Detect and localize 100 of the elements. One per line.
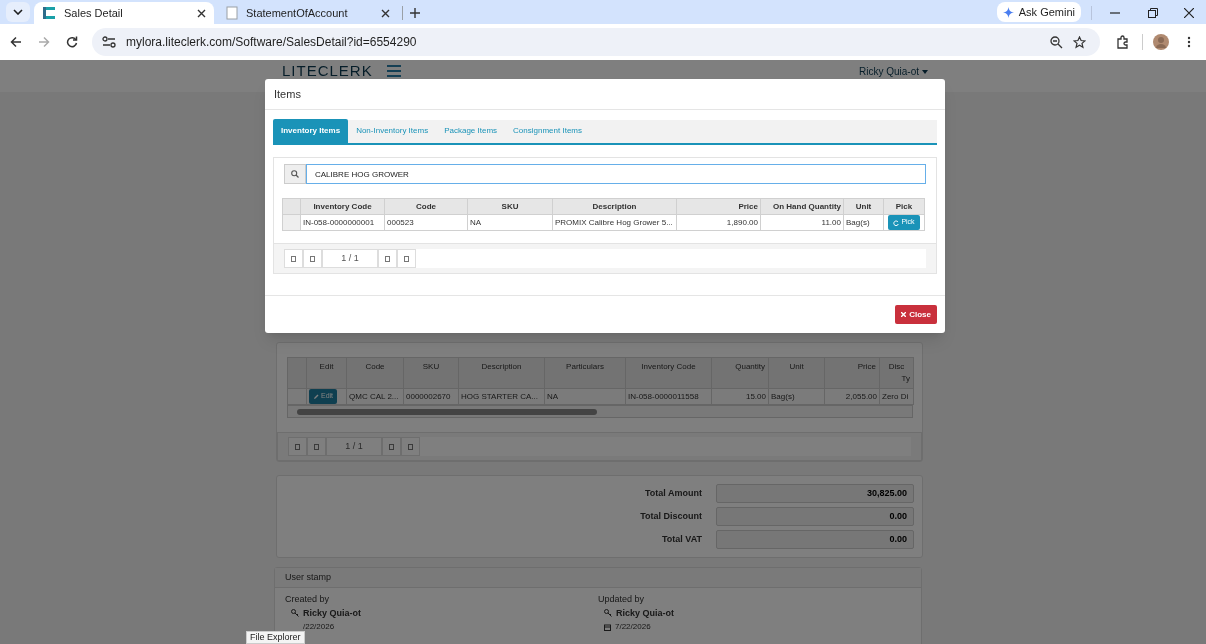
column-header: Code: [416, 201, 436, 211]
table-cell: 000523: [387, 217, 414, 227]
page-indicator: 1 / 1: [326, 437, 382, 456]
previous-page-button[interactable]: [307, 437, 326, 456]
field-label: Created by: [285, 594, 331, 604]
tab-title: StatementOfAccount: [246, 5, 349, 21]
sparkle-icon: [1002, 6, 1014, 18]
table-cell: HOG STARTER CA...: [461, 391, 539, 401]
key-icon: [604, 609, 612, 617]
calendar-icon: [604, 623, 611, 631]
restore-icon[interactable]: [1148, 8, 1158, 18]
tab[interactable]: Inventory Items: [273, 119, 349, 143]
app-logo-icon: [42, 6, 56, 20]
user-menu[interactable]: Ricky Quia-ot: [859, 66, 928, 78]
user-name: Ricky Quia-ot: [616, 608, 674, 618]
total-value-field: 0.00: [716, 507, 914, 526]
table-cell: NA: [547, 391, 559, 401]
column-header: On Hand Quantity: [773, 201, 841, 211]
column-header: Price: [857, 362, 876, 371]
ask-button[interactable]: Ask Gemini: [996, 2, 1081, 22]
next-page-button[interactable]: [382, 437, 401, 456]
date-text: /22/2026: [303, 622, 335, 632]
user-name: Ricky Quia-ot: [303, 608, 361, 618]
total-label: Total Amount: [644, 486, 702, 500]
menu-icon[interactable]: [386, 64, 401, 77]
date-text: 7/22/2026: [615, 622, 651, 632]
column-header: Code: [365, 362, 385, 371]
last-page-button[interactable]: [401, 437, 420, 456]
column-header: Unit: [789, 362, 804, 371]
plus-icon[interactable]: [409, 7, 421, 19]
tab[interactable]: Package Items: [436, 119, 506, 143]
close-icon[interactable]: [381, 8, 390, 18]
tab-title: Sales Detail: [64, 5, 124, 21]
table-cell: IN-058-0000011558: [628, 391, 699, 401]
last-page-button[interactable]: [397, 249, 416, 268]
total-value-field: 30,825.00: [716, 484, 914, 503]
column-header: Description: [592, 201, 637, 211]
table-cell: NA: [470, 217, 482, 227]
close-button[interactable]: Close: [895, 305, 937, 324]
column-header: SKU: [501, 201, 519, 211]
table-cell: IN-058-0000000001: [303, 217, 375, 227]
puzzle-icon[interactable]: [1116, 35, 1130, 49]
table-cell: 2,055.00: [845, 391, 877, 401]
dialog-title: Items: [274, 86, 301, 102]
search-field[interactable]: CALIBRE HOG GROWER: [306, 164, 926, 184]
column-header: Price: [738, 201, 758, 211]
close-icon[interactable]: [197, 8, 206, 18]
table-cell: 0000002670: [406, 391, 451, 401]
page-indicator: 1 / 1: [322, 249, 378, 268]
table-cell: 15.00: [745, 391, 766, 401]
profile-avatar-icon[interactable]: [1153, 34, 1169, 50]
column-header: Pick: [895, 201, 913, 211]
zoom-out-icon[interactable]: [1050, 35, 1063, 49]
table-cell: 1,890.00: [726, 217, 758, 227]
column-header: Description: [481, 362, 522, 371]
column-header: SKU: [422, 362, 440, 371]
total-label: Total VAT: [661, 532, 702, 546]
column-header: Inventory Code: [641, 362, 696, 371]
reload-icon[interactable]: [66, 36, 78, 48]
close-icon: [901, 312, 907, 317]
table-cell: QMC CAL 2...: [349, 391, 399, 401]
browser-tab[interactable]: StatementOfAccount: [218, 2, 398, 24]
table-cell: Bag(s): [846, 217, 870, 227]
tab[interactable]: Consignment Items: [505, 119, 590, 143]
chevron-down-icon: [13, 9, 23, 15]
document-icon: [226, 6, 238, 20]
total-label: Total Discount: [639, 509, 702, 523]
previous-page-button[interactable]: [303, 249, 322, 268]
column-header: Particulars: [566, 362, 604, 371]
table-cell: Bag(s): [771, 391, 795, 401]
column-header: Ty: [901, 373, 910, 385]
next-page-button[interactable]: [378, 249, 397, 268]
address-bar[interactable]: mylora.liteclerk.com/Software/SalesDetail?id=6554290: [92, 28, 1100, 56]
first-page-button[interactable]: [284, 249, 303, 268]
search-icon: [291, 170, 299, 178]
more-menu-icon[interactable]: [1187, 36, 1191, 48]
refresh-icon: [893, 219, 900, 226]
tab[interactable]: Non-Inventory Items: [348, 119, 437, 143]
horizontal-scrollbar[interactable]: [287, 405, 913, 418]
tab-list-button[interactable]: [6, 2, 30, 22]
column-header: Inventory Code: [313, 201, 372, 211]
site-settings-icon[interactable]: [102, 36, 116, 48]
caret-icon: [922, 70, 928, 74]
star-icon[interactable]: [1073, 35, 1086, 49]
search-button[interactable]: [284, 164, 306, 184]
column-header: Disc: [888, 362, 905, 371]
total-value-field: 0.00: [716, 530, 914, 549]
url-text: mylora.liteclerk.com/Software/SalesDetail?id=6554290: [126, 34, 418, 51]
first-page-button[interactable]: [288, 437, 307, 456]
table-cell: 11.00: [821, 217, 841, 227]
back-arrow-icon[interactable]: [10, 36, 22, 48]
section-title: User stamp: [285, 570, 331, 584]
close-icon[interactable]: [1184, 8, 1194, 18]
column-header: Quantity: [735, 362, 765, 371]
column-header: Unit: [855, 201, 872, 211]
browser-tab[interactable]: Sales Detail: [34, 2, 214, 24]
table-cell: Zero Di: [882, 391, 909, 401]
field-label: Updated by: [598, 594, 646, 604]
table-cell: PROMIX Calibre Hog Grower 5...: [555, 217, 673, 227]
tooltip: File Explorer: [246, 631, 305, 644]
